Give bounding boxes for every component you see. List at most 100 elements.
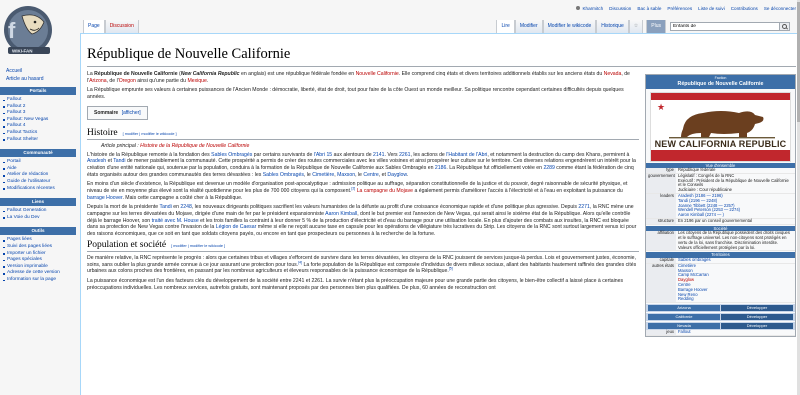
tab-more[interactable]: Plus — [646, 20, 666, 33]
sidebar-item-guide[interactable]: Guide de l'utilisateur — [3, 179, 80, 186]
logout-link[interactable]: Se déconnecter — [764, 6, 796, 11]
toc-toggle-button[interactable]: [afficher] — [122, 110, 141, 116]
watch-star-icon[interactable]: ☆ — [628, 20, 644, 33]
sidebar-item-portail[interactable]: Portail — [3, 159, 80, 166]
tab-edit-label[interactable]: Modifier — [520, 23, 538, 29]
link-nouvelle-californie[interactable]: Nouvelle Californie — [356, 71, 399, 77]
nav-home-link[interactable]: Accueil — [6, 68, 22, 74]
link-traite-house[interactable]: traité avec M. House — [152, 218, 199, 224]
search-input[interactable] — [670, 22, 780, 31]
capital-link[interactable]: Sables ombragés — [678, 257, 711, 262]
link-2186[interactable]: 2186 — [435, 165, 446, 171]
tab-history[interactable]: Historique — [596, 20, 629, 33]
sidebar-item-label[interactable]: Modifications récentes — [7, 186, 55, 191]
expand-button[interactable]: Développer — [721, 314, 793, 321]
sidebar-item-label[interactable]: Suivi des pages liées — [7, 244, 52, 249]
link-aradesh[interactable]: Aradesh — [87, 158, 106, 164]
leader-link[interactable]: Aaron Kimball (2274 — ) — [678, 212, 724, 217]
game-link[interactable]: Fallout — [678, 329, 691, 334]
link-sables-ombrages-2[interactable]: Sables Ombragés — [263, 172, 304, 178]
sidebar-item-label[interactable]: Pages liées — [7, 237, 32, 242]
sidebar-item-label[interactable]: Information sur la page — [7, 277, 56, 282]
link-arizona[interactable]: Arizona — [89, 78, 106, 84]
watchlist-link[interactable]: Liste de suivi — [698, 6, 725, 11]
expand-button[interactable]: Développer — [721, 305, 793, 312]
tab-page-label[interactable]: Page — [88, 23, 100, 29]
tab-history-label[interactable]: Historique — [601, 23, 624, 29]
link-2261[interactable]: 2261 — [399, 152, 410, 158]
section-edit-link[interactable]: [ modifier | modifier le wikicode ] — [171, 244, 225, 248]
sidebar-item-label[interactable]: Fallout — [7, 97, 21, 102]
link-abri-15[interactable]: l'Abri 15 — [314, 152, 332, 158]
sidebar-item-voie-du-dev[interactable]: La Voie du Dev — [3, 215, 80, 222]
sidebar-item-information[interactable]: Information sur la page — [3, 277, 80, 284]
sidebar-item-label[interactable]: Importer un fichier — [7, 251, 46, 256]
link-oregon[interactable]: Oregon — [119, 78, 136, 84]
link-2248[interactable]: 2248 — [180, 204, 191, 210]
tab-discussion[interactable]: Discussion — [104, 20, 139, 33]
sidebar-item-suivi[interactable]: Suivi des pages liées — [3, 244, 80, 251]
sidebar-item-label[interactable]: Fallout Shelter — [7, 137, 38, 142]
link-campagne-mojave[interactable]: La campagne du Mojave — [357, 188, 413, 194]
tab-edit[interactable]: Modifier — [514, 20, 543, 33]
sidebar-item-label[interactable]: Aide — [7, 166, 17, 171]
tab-read-label[interactable]: Lire — [501, 23, 509, 29]
sidebar-item-fallout-4[interactable]: Fallout 4 — [3, 123, 80, 130]
sidebar-item-label[interactable]: Pages spéciales — [7, 257, 42, 262]
sidebar-item-adresse[interactable]: Adresse de cette version — [3, 270, 80, 277]
sidebar-item-label[interactable]: Fallout 4 — [7, 123, 25, 128]
link-2141[interactable]: 2141 — [373, 152, 384, 158]
link-maxson[interactable]: Maxson — [337, 172, 355, 178]
search-icon[interactable] — [780, 22, 790, 31]
link-2271[interactable]: 2271 — [578, 204, 589, 210]
sidebar-item-fallout-shelter[interactable]: Fallout Shelter — [3, 137, 80, 144]
link-aaron-kimball[interactable]: Aaron Kimball — [325, 211, 357, 217]
sidebar-item-fallout[interactable]: Fallout — [3, 97, 80, 104]
link-cimetiere[interactable]: Cimetière — [312, 172, 334, 178]
sidebar-item-label[interactable]: Fallout: New Vegas — [7, 117, 48, 122]
portal-outils-heading[interactable]: Outils — [0, 227, 76, 236]
reference-link[interactable]: [5] — [449, 267, 453, 271]
link-mexique[interactable]: Mexique — [187, 78, 206, 84]
tab-read[interactable]: Lire — [496, 20, 515, 33]
section-edit-link[interactable]: [ modifier | modifier le wikicode ] — [123, 132, 177, 136]
sidebar-item-fallout-3[interactable]: Fallout 3 — [3, 110, 80, 117]
link-barrage-hoover[interactable]: barrage Hoover — [87, 195, 122, 201]
talk-link[interactable]: Discussion — [609, 6, 631, 11]
tab-page[interactable]: Page — [83, 20, 105, 33]
portal-portails-heading[interactable]: Portails — [0, 87, 76, 95]
link-centre[interactable]: Centre — [363, 172, 378, 178]
link-sables-ombrages[interactable]: Sables Ombragés — [211, 152, 252, 158]
ncr-flag-image[interactable]: ★ NEW CALIFORNIA REPUBLIC — [650, 91, 791, 162]
sidebar-item-pages-liees[interactable]: Pages liées — [3, 237, 80, 244]
link-legion-caesar[interactable]: Légion de Caesar — [216, 224, 257, 230]
portal-communaute-heading[interactable]: Communauté — [0, 149, 76, 158]
link-dayglow[interactable]: Dayglow — [387, 172, 406, 178]
link-2289[interactable]: 2289 — [543, 165, 554, 171]
sidebar-item-label[interactable]: Fallout 3 — [7, 110, 25, 115]
sidebar-item-label[interactable]: Adresse de cette version — [7, 270, 60, 275]
tab-edit-code[interactable]: Modifier le wikicode — [542, 20, 597, 33]
sidebar-item-label[interactable]: Portail — [7, 159, 21, 164]
sidebar-item-pages-speciales[interactable]: Pages spéciales — [3, 257, 80, 264]
link-tandi[interactable]: Tandi — [113, 158, 125, 164]
sidebar-item-label[interactable]: La Voie du Dev — [7, 215, 40, 220]
tab-edit-code-label[interactable]: Modifier le wikicode — [548, 23, 592, 29]
site-logo[interactable]: f WIKI-FAN — [2, 2, 58, 62]
link-habitant-abri[interactable]: l'Habitant de l'Abri — [446, 152, 487, 158]
state-link[interactable]: Redding — [678, 296, 694, 301]
sidebar-item-fallout-tactics[interactable]: Fallout Tactics — [3, 130, 80, 137]
contributions-link[interactable]: Contributions — [731, 6, 758, 11]
sidebar-item-label[interactable]: Fallout 2 — [7, 104, 25, 109]
user-link[interactable]: Kharmitch — [576, 6, 603, 11]
preferences-link[interactable]: Préférences — [667, 6, 692, 11]
nav-random-link[interactable]: Article au hasard — [6, 76, 44, 82]
link-nevada[interactable]: Nevada — [604, 71, 622, 77]
sidebar-item-fallout-generation[interactable]: Fallout Generation — [3, 208, 80, 215]
tab-discussion-label[interactable]: Discussion — [110, 23, 134, 29]
sidebar-item-label[interactable]: Atelier de rédaction — [7, 172, 48, 177]
sidebar-item-modifications[interactable]: Modifications récentes — [3, 186, 80, 193]
expand-button[interactable]: Développer — [721, 323, 793, 330]
sidebar-item-label[interactable]: Fallout Tactics — [7, 130, 37, 135]
sidebar-item-label[interactable]: Version imprimable — [7, 264, 48, 269]
